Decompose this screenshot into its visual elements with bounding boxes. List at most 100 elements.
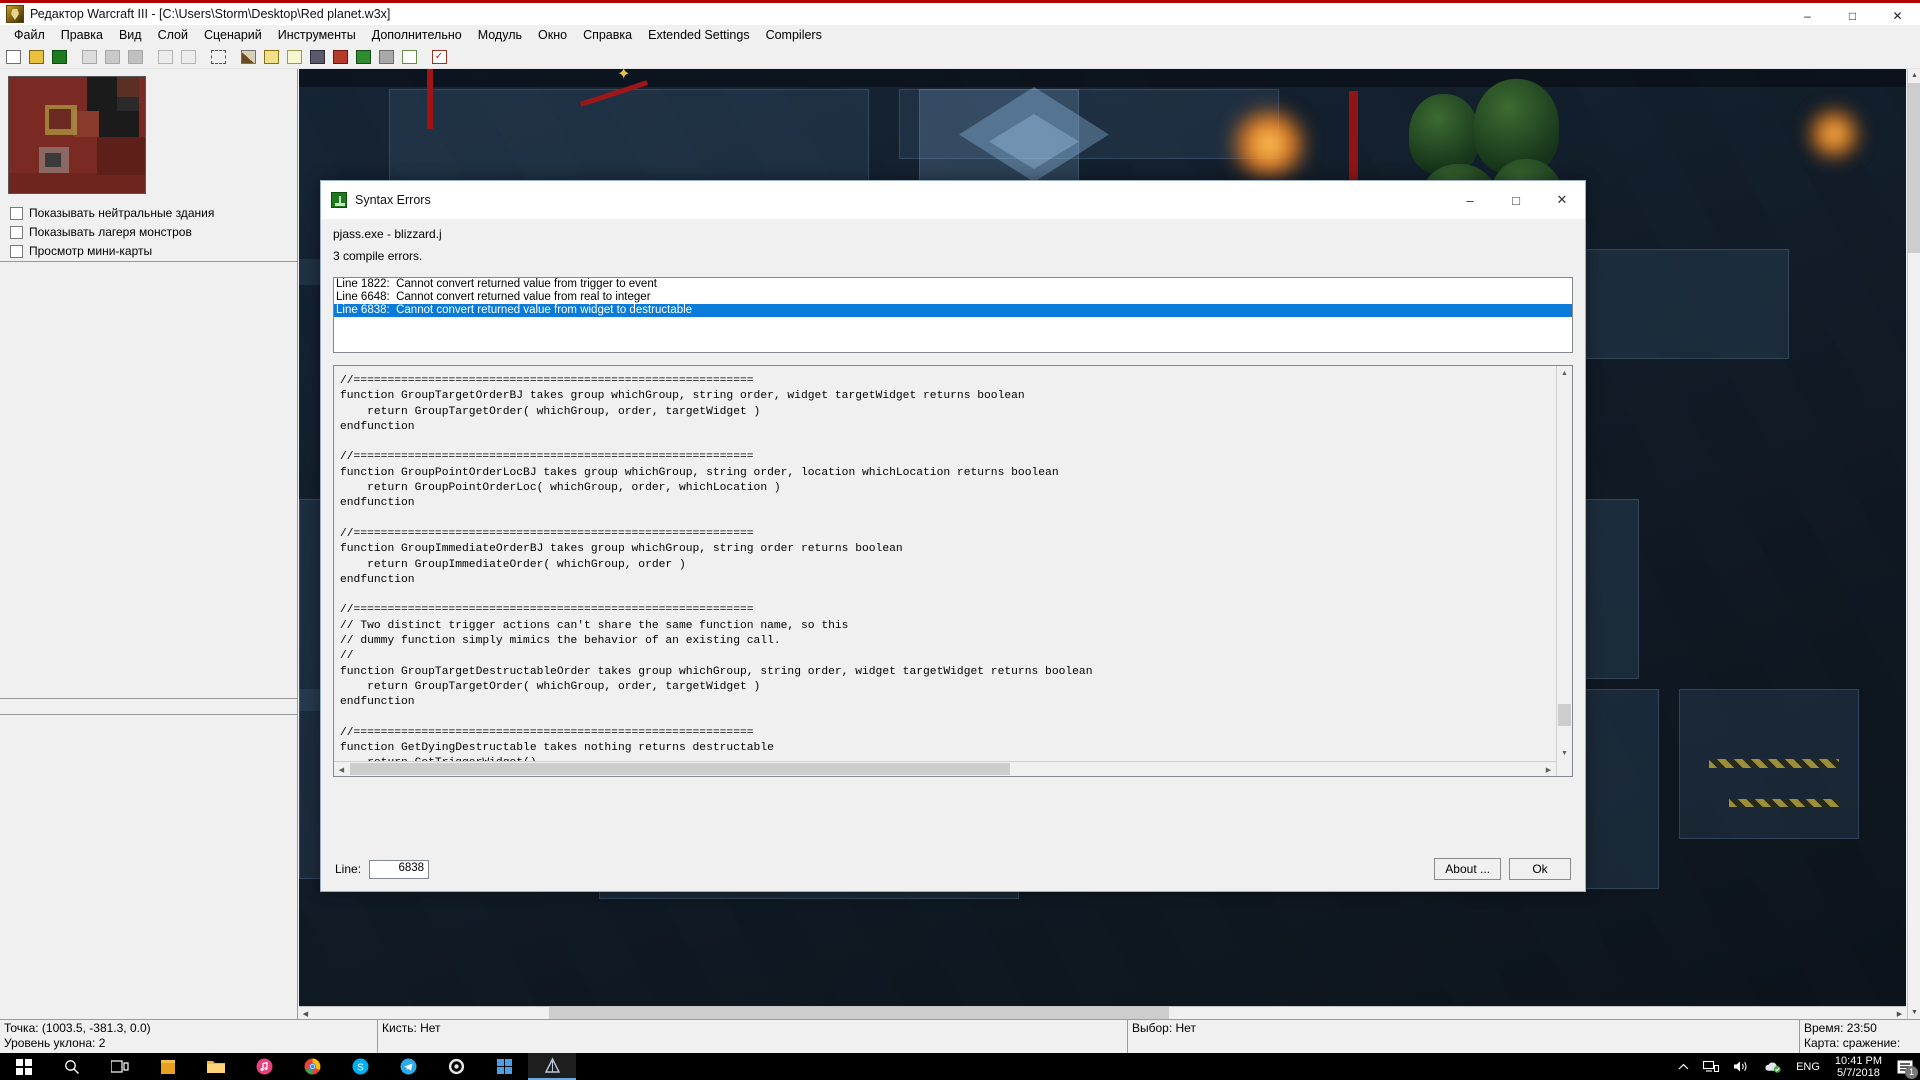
menu-extended-settings[interactable]: Extended Settings — [640, 26, 757, 44]
office-icon[interactable] — [480, 1053, 528, 1080]
notification-count-badge: 1 — [1905, 1066, 1918, 1079]
menu-edit[interactable]: Правка — [53, 26, 111, 44]
sound-icon[interactable] — [283, 46, 305, 67]
code-text-area[interactable]: //======================================… — [334, 366, 1556, 776]
main-title-bar: Редактор Warcraft III - [C:\Users\Storm\… — [0, 0, 1920, 25]
language-indicator[interactable]: ENG — [1789, 1053, 1827, 1080]
task-view-icon[interactable] — [96, 1053, 144, 1080]
new-file-icon[interactable] — [2, 46, 24, 67]
menu-scenario[interactable]: Сценарий — [196, 26, 270, 44]
terrain-icon[interactable] — [237, 46, 259, 67]
syntax-errors-dialog: Syntax Errors – □ ✕ pjass.exe - blizzard… — [320, 180, 1586, 892]
menu-view[interactable]: Вид — [111, 26, 150, 44]
warcraft-editor-taskbar-icon[interactable] — [528, 1053, 576, 1080]
telegram-icon[interactable] — [384, 1053, 432, 1080]
code-before: //======================================… — [340, 375, 1093, 769]
system-tray: ENG 10:41 PM 5/7/2018 1 — [1671, 1053, 1920, 1080]
chrome-icon[interactable] — [288, 1053, 336, 1080]
scroll-up-arrow-icon[interactable]: ▲ — [1908, 69, 1920, 82]
code-scroll-left-arrow-icon[interactable]: ◀ — [334, 762, 349, 776]
viewport-horizontal-scrollbar[interactable]: ◀ ▶ — [299, 1006, 1906, 1020]
itunes-icon[interactable] — [240, 1053, 288, 1080]
skype-icon[interactable]: S — [336, 1053, 384, 1080]
menu-advanced[interactable]: Дополнительно — [364, 26, 470, 44]
code-vertical-scrollbar[interactable]: ▲ ▼ — [1556, 366, 1572, 776]
menu-help[interactable]: Справка — [575, 26, 640, 44]
viewport-vertical-scrollbar[interactable]: ▲ ▼ — [1907, 69, 1920, 1019]
vertical-scroll-thumb[interactable] — [1908, 83, 1920, 253]
dialog-footer: Line: 6838 About ... Ok — [321, 847, 1585, 891]
checkbox-neutral-buildings[interactable] — [10, 206, 23, 220]
checkbox-row-neutral-buildings[interactable]: Показывать нейтральные здания — [10, 206, 214, 220]
status-brush: Кисть: Нет — [382, 1021, 441, 1035]
menu-file[interactable]: Файл — [6, 26, 53, 44]
doodad-icon[interactable] — [260, 46, 282, 67]
minimap-preview[interactable] — [8, 76, 146, 194]
object-editor-icon[interactable]: ✓ — [428, 46, 450, 67]
start-windows-icon[interactable] — [0, 1053, 48, 1080]
copy-icon[interactable] — [101, 46, 123, 67]
status-point: Точка: (1003.5, -381.3, 0.0) — [4, 1021, 151, 1035]
save-disk-icon[interactable] — [48, 46, 70, 67]
panel-divider-top — [0, 261, 298, 262]
search-icon[interactable] — [48, 1053, 96, 1080]
error-list-item[interactable]: Line 1822: Cannot convert returned value… — [334, 278, 1572, 291]
checkbox-minimap-preview[interactable] — [10, 244, 23, 258]
code-scroll-down-arrow-icon[interactable]: ▼ — [1557, 746, 1572, 761]
line-input[interactable]: 6838 — [369, 859, 430, 879]
compiler-line: pjass.exe - blizzard.j — [333, 227, 442, 241]
open-folder-icon[interactable] — [25, 46, 47, 67]
settings-gear-icon[interactable] — [432, 1053, 480, 1080]
checkbox-monster-camps[interactable] — [10, 225, 23, 239]
code-viewer[interactable]: //======================================… — [333, 365, 1573, 777]
menu-layer[interactable]: Слой — [150, 26, 196, 44]
network-icon[interactable] — [1696, 1053, 1726, 1080]
code-horizontal-scrollbar[interactable]: ◀ ▶ — [334, 761, 1556, 776]
clock-date: 5/7/2018 — [1837, 1066, 1880, 1079]
paste-icon[interactable] — [124, 46, 146, 67]
checkbox-row-minimap-preview[interactable]: Просмотр мини-карты — [10, 244, 152, 258]
cut-scissors-icon[interactable] — [78, 46, 100, 67]
panel-divider-middle — [0, 698, 298, 699]
scroll-down-arrow-icon[interactable]: ▼ — [1908, 1006, 1920, 1019]
menu-module[interactable]: Модуль — [470, 26, 530, 44]
unit-icon[interactable] — [306, 46, 328, 67]
taskbar-clock[interactable]: 10:41 PM 5/7/2018 — [1827, 1055, 1890, 1079]
about-button[interactable]: About ... — [1434, 858, 1501, 880]
show-hidden-icons-chevron[interactable] — [1671, 1053, 1696, 1080]
dialog-maximize-button[interactable]: □ — [1493, 181, 1539, 219]
onedrive-sync-icon[interactable] — [1757, 1053, 1789, 1080]
region-icon[interactable] — [329, 46, 351, 67]
camera-icon[interactable] — [352, 46, 374, 67]
checkbox-row-monster-camps[interactable]: Показывать лагеря монстров — [10, 225, 192, 239]
trigger-icon[interactable] — [375, 46, 397, 67]
status-brush-cell: Кисть: Нет — [378, 1020, 1128, 1053]
unit-marker-icon: ✦ — [617, 69, 631, 83]
dialog-close-button[interactable]: ✕ — [1539, 181, 1585, 219]
undo-icon[interactable] — [154, 46, 176, 67]
error-list-item[interactable]: Line 6648: Cannot convert returned value… — [334, 291, 1572, 304]
status-selection: Выбор: Нет — [1132, 1021, 1196, 1035]
code-vertical-scroll-thumb[interactable] — [1558, 704, 1571, 726]
code-scroll-right-arrow-icon[interactable]: ▶ — [1541, 762, 1556, 776]
store-icon[interactable] — [144, 1053, 192, 1080]
code-content: //======================================… — [339, 374, 1556, 776]
ok-button[interactable]: Ok — [1509, 858, 1571, 880]
dialog-minimize-button[interactable]: – — [1447, 181, 1493, 219]
file-explorer-icon[interactable] — [192, 1053, 240, 1080]
volume-icon[interactable] — [1726, 1053, 1757, 1080]
code-scroll-up-arrow-icon[interactable]: ▲ — [1557, 366, 1572, 381]
warcraft-editor-icon — [6, 5, 24, 23]
left-panel: Показывать нейтральные здания Показывать… — [0, 69, 298, 1019]
checkbox-label-neutral-buildings: Показывать нейтральные здания — [29, 206, 215, 220]
redo-icon[interactable] — [177, 46, 199, 67]
menu-compilers[interactable]: Compilers — [758, 26, 830, 44]
import-manager-icon[interactable] — [398, 46, 420, 67]
select-marquee-icon[interactable] — [207, 46, 229, 67]
error-list[interactable]: Line 1822: Cannot convert returned value… — [333, 277, 1573, 353]
menu-tools[interactable]: Инструменты — [270, 26, 364, 44]
notification-center-icon[interactable]: 1 — [1890, 1053, 1920, 1080]
error-list-item-selected[interactable]: Line 6838: Cannot convert returned value… — [334, 304, 1572, 317]
menu-window[interactable]: Окно — [530, 26, 575, 44]
code-horizontal-scroll-thumb[interactable] — [350, 763, 1010, 775]
